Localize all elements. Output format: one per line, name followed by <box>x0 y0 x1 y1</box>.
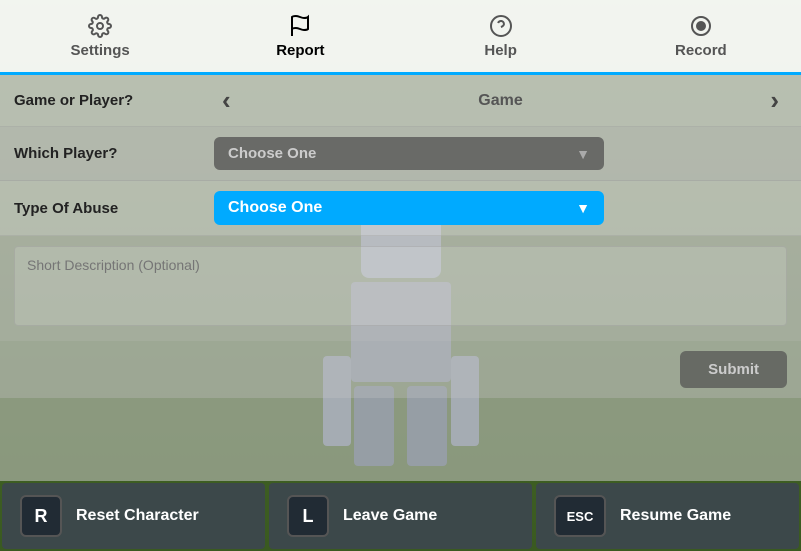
form-area: Game or Player? ‹ Game › Which Player? C… <box>0 75 801 481</box>
nav-report-label: Report <box>276 42 324 59</box>
nav-record-label: Record <box>675 42 727 59</box>
leave-key: L <box>303 506 314 527</box>
description-input[interactable] <box>14 246 787 326</box>
submit-button[interactable]: Submit <box>680 351 787 388</box>
resume-game-button[interactable]: ESC Resume Game <box>536 483 799 549</box>
game-value: Game <box>478 92 522 110</box>
reset-character-button[interactable]: R Reset Character <box>2 483 265 549</box>
record-icon <box>689 14 713 38</box>
description-row <box>0 236 801 341</box>
chevron-down-icon: ▼ <box>576 146 590 162</box>
nav-help-label: Help <box>484 42 517 59</box>
which-player-row: Which Player? Choose One ▼ <box>0 127 801 181</box>
game-or-player-row: Game or Player? ‹ Game › <box>0 75 801 127</box>
submit-row: Submit <box>0 341 801 398</box>
leave-key-badge: L <box>287 495 329 537</box>
resume-label: Resume Game <box>620 507 731 525</box>
reset-key: R <box>35 506 48 527</box>
reset-key-badge: R <box>20 495 62 537</box>
which-player-placeholder: Choose One <box>228 145 316 162</box>
gear-icon <box>88 14 112 38</box>
chevron-down-blue-icon: ▼ <box>576 200 590 216</box>
type-of-abuse-select[interactable]: Choose One ▼ <box>214 191 604 225</box>
flag-icon <box>288 14 312 38</box>
bottom-bar: R Reset Character L Leave Game ESC Resum… <box>0 481 801 551</box>
leave-game-button[interactable]: L Leave Game <box>269 483 532 549</box>
reset-label: Reset Character <box>76 507 199 525</box>
question-icon <box>489 14 513 38</box>
nav-settings-label: Settings <box>71 42 130 59</box>
next-arrow-button[interactable]: › <box>762 85 787 116</box>
nav-record[interactable]: Record <box>601 0 801 75</box>
type-of-abuse-row: Type Of Abuse Choose One ▼ <box>0 181 801 236</box>
nav-help[interactable]: Help <box>401 0 601 75</box>
nav-settings[interactable]: Settings <box>0 0 200 75</box>
resume-key-badge: ESC <box>554 495 606 537</box>
type-of-abuse-placeholder: Choose One <box>228 199 322 217</box>
top-nav: Settings Report Help Record <box>0 0 801 75</box>
which-player-select[interactable]: Choose One ▼ <box>214 137 604 170</box>
leave-label: Leave Game <box>343 507 437 525</box>
ui-overlay: Settings Report Help Record <box>0 0 801 551</box>
resume-key: ESC <box>567 509 594 524</box>
prev-arrow-button[interactable]: ‹ <box>214 85 239 116</box>
which-player-label: Which Player? <box>14 145 214 162</box>
nav-report[interactable]: Report <box>200 0 400 75</box>
type-of-abuse-label: Type Of Abuse <box>14 200 214 217</box>
game-or-player-control: ‹ Game › <box>214 85 787 116</box>
game-or-player-label: Game or Player? <box>14 92 214 109</box>
